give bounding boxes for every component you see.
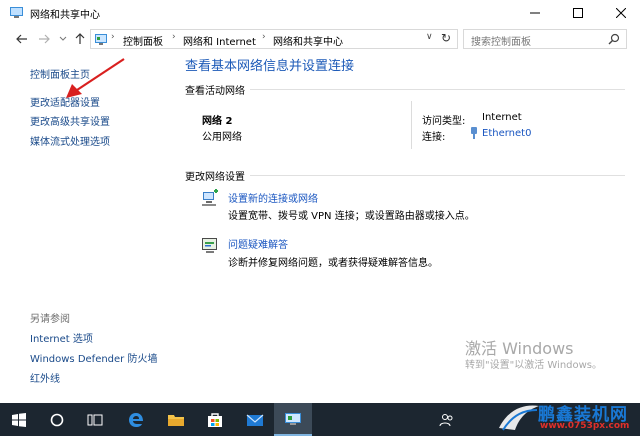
close-icon: [616, 8, 626, 18]
start-button[interactable]: [0, 403, 38, 436]
change-settings-heading: 更改网络设置: [185, 172, 245, 183]
breadcrumb-separator-icon: ›: [111, 32, 115, 42]
search-icon[interactable]: [608, 33, 620, 45]
control-panel-icon: [95, 34, 107, 45]
up-button[interactable]: [72, 30, 88, 48]
file-explorer-icon: [168, 414, 184, 426]
ethernet-icon: [471, 127, 477, 139]
forward-button[interactable]: [36, 30, 52, 48]
activation-watermark-subtitle: 转到"设置"以激活 Windows。: [465, 360, 603, 371]
breadcrumb-separator-icon: ›: [172, 32, 176, 42]
setup-new-connection-link[interactable]: 设置新的连接或网络: [228, 190, 318, 205]
sidebar-link-defender-firewall[interactable]: Windows Defender 防火墙: [30, 350, 157, 365]
network-info-divider: [411, 101, 412, 149]
breadcrumb-control-panel[interactable]: 控制面板: [123, 33, 163, 48]
refresh-icon[interactable]: ↻: [441, 31, 451, 45]
new-connection-icon: [202, 189, 218, 206]
site-watermark-url: www.0753px.com: [540, 421, 630, 431]
breadcrumb-network-internet[interactable]: 网络和 Internet: [183, 33, 256, 48]
network-category[interactable]: 公用网络: [202, 128, 242, 143]
see-also-heading: 另请参阅: [30, 314, 70, 325]
people-button[interactable]: [428, 403, 466, 436]
people-icon: [439, 413, 453, 426]
network-center-app-icon: [285, 412, 301, 425]
troubleshoot-link[interactable]: 问题疑难解答: [228, 236, 288, 251]
address-bar[interactable]: › 控制面板 › 网络和 Internet › 网络和共享中心 ∨ ↻: [90, 29, 458, 49]
troubleshoot-icon: [202, 238, 217, 253]
store-button[interactable]: [196, 403, 234, 436]
back-button[interactable]: [14, 30, 30, 48]
store-icon: [208, 412, 222, 427]
section-divider: [250, 175, 625, 176]
address-dropdown-icon[interactable]: ∨: [426, 32, 433, 42]
navigation-bar: › 控制面板 › 网络和 Internet › 网络和共享中心 ∨ ↻ 搜索控制…: [0, 26, 640, 52]
edge-icon: [129, 412, 143, 427]
page-title: 查看基本网络信息并设置连接: [185, 59, 355, 74]
maximize-icon: [573, 8, 583, 18]
sidebar-link-internet-options[interactable]: Internet 选项: [30, 330, 93, 345]
cortana-button[interactable]: [38, 403, 76, 436]
task-view-button[interactable]: [76, 403, 114, 436]
task-view-icon: [87, 414, 103, 425]
chevron-down-icon: [59, 36, 67, 41]
minimize-icon: [530, 12, 540, 14]
edge-button[interactable]: [117, 403, 155, 436]
network-center-taskbar-button[interactable]: [274, 403, 312, 436]
section-divider: [250, 89, 625, 90]
up-arrow-icon: [75, 33, 85, 44]
search-box[interactable]: 搜索控制面板: [463, 29, 627, 49]
annotation-arrow-icon: [66, 58, 125, 98]
breadcrumb-separator-icon: ›: [262, 32, 266, 42]
network-name: 网络 2: [202, 116, 233, 127]
title-bar: 网络和共享中心: [0, 0, 640, 26]
access-type-label: 访问类型:: [422, 116, 466, 127]
active-networks-heading: 查看活动网络: [185, 86, 245, 97]
sidebar-link-media-streaming[interactable]: 媒体流式处理选项: [30, 133, 110, 148]
windows-start-icon: [12, 412, 26, 427]
minimize-button[interactable]: [512, 0, 558, 26]
search-placeholder: 搜索控制面板: [471, 37, 531, 48]
recent-locations-button[interactable]: [55, 30, 71, 48]
window-title: 网络和共享中心: [30, 10, 100, 21]
mail-button[interactable]: [236, 403, 274, 436]
back-arrow-icon: [16, 34, 27, 44]
forward-arrow-icon: [39, 34, 50, 44]
file-explorer-button[interactable]: [157, 403, 195, 436]
ethernet-connection-link[interactable]: Ethernet0: [482, 128, 531, 139]
mail-icon: [246, 414, 264, 426]
sidebar-link-advanced-sharing[interactable]: 更改高级共享设置: [30, 113, 110, 128]
close-button[interactable]: [598, 0, 640, 26]
access-type-value: Internet: [482, 112, 522, 123]
connections-label: 连接:: [422, 132, 446, 143]
breadcrumb-network-center[interactable]: 网络和共享中心: [273, 33, 343, 48]
setup-new-connection-desc: 设置宽带、拨号或 VPN 连接；或设置路由器或接入点。: [228, 211, 475, 222]
sidebar-link-infrared[interactable]: 红外线: [30, 370, 60, 385]
maximize-button[interactable]: [555, 0, 601, 26]
cortana-circle-icon: [50, 413, 64, 426]
troubleshoot-desc: 诊断并修复网络问题，或者获得疑难解答信息。: [228, 258, 438, 269]
network-center-icon: [10, 7, 23, 18]
